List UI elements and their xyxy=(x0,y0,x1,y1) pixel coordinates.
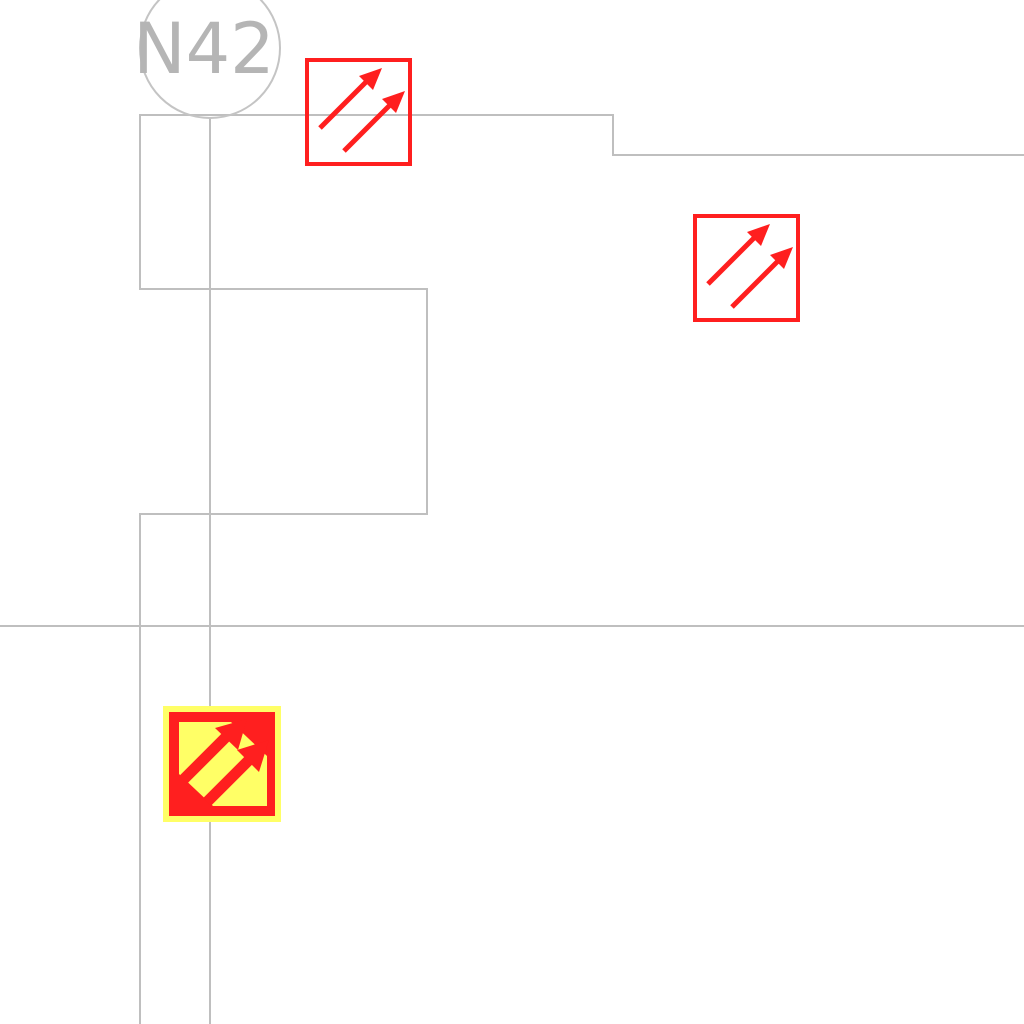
double-arrow-icon xyxy=(318,68,405,153)
wall-outline xyxy=(139,114,1024,1024)
grid-label: N42 xyxy=(133,8,274,90)
exit-symbol[interactable] xyxy=(693,214,800,322)
exit-symbol[interactable] xyxy=(305,58,412,166)
exit-symbol-selected[interactable] xyxy=(163,706,281,822)
floor-plan-drawing: N42 xyxy=(0,0,1024,1024)
floor-plan-canvas: N42 xyxy=(0,0,1024,1024)
double-arrow-icon xyxy=(706,224,793,309)
